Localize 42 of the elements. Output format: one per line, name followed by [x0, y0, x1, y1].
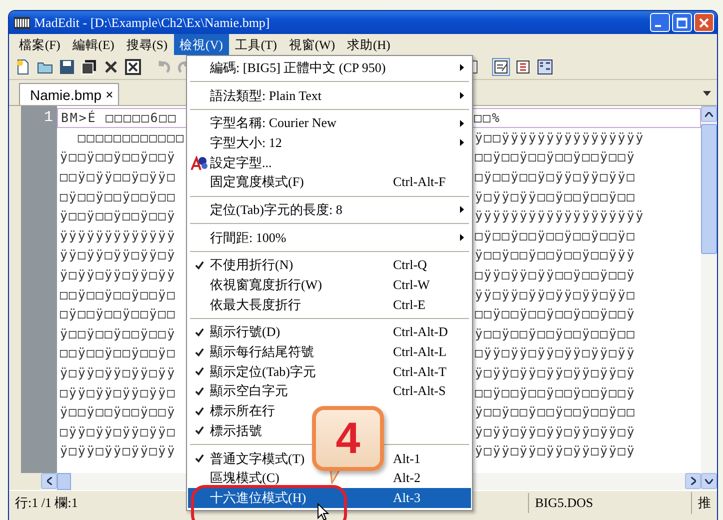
- editor-text: ÿ□ÿÿ□ÿÿ□ÿÿ□ÿÿ: [60, 365, 176, 380]
- editor-text: ÿ□□ÿ□□ÿ□□ÿ□□ÿ: [60, 149, 176, 164]
- editor-text: ÿ□□ÿÿÿÿÿÿÿÿÿÿÿÿÿÿÿÿ: [475, 130, 646, 145]
- editor-text: □ÿ□□ÿ□□ÿ□□ÿ□□: [60, 188, 176, 204]
- editor-text: □□ÿ□□ÿ□□ÿ□□ÿ□□ÿ□□ÿ: [475, 384, 637, 400]
- editor-text: □ÿ□□ÿ□□ÿ□□ÿ□□ÿ□□ÿ□: [475, 228, 637, 243]
- editor-text: □ÿÿ□ÿÿ□ÿÿ□□ÿ□□ÿ□□ÿ: [475, 267, 637, 282]
- editor-text: □□ÿ□□ÿ□□ÿ□□ÿ□: [60, 345, 176, 360]
- editor-text: BM>É □□□□□6□□: [61, 110, 178, 126]
- editor-text: □ÿÿ□ÿÿ□ÿÿ□ÿÿ□: [60, 424, 176, 439]
- editor-text: ÿÿ□ÿÿ□ÿÿ□ÿÿ□ÿÿ□ÿÿ□: [475, 286, 637, 302]
- editor-text: ÿ□□ÿ□□ÿ□□ÿ□□ÿ□□ÿ□□: [475, 326, 637, 341]
- window-title: MadEdit - [D:\Example\Ch2\Ex\Namie.bmp]: [34, 14, 271, 30]
- editor-text: ÿ□ÿÿ□ÿÿ□ÿÿ□ÿÿ: [60, 443, 176, 458]
- editor-text: ÿ□ÿÿ□ÿÿ□□ÿ□□ÿ□□ÿ□□: [475, 188, 637, 204]
- editor-text: ÿ□□ÿ□□ÿ□□ÿ□□ÿ□□ÿÿÿ: [475, 247, 637, 262]
- editor-text: □□%: [474, 110, 502, 126]
- editor-text: □□ÿ□ÿÿ□□ÿ□ÿÿ□: [60, 169, 176, 184]
- editor-text: ÿ□□ÿ□□ÿ□□ÿ□□ÿ□□ÿ□□: [475, 404, 637, 420]
- editor-text: □ÿÿ□ÿÿ□ÿÿ□ÿÿ□: [60, 384, 176, 400]
- editor-text: □□ÿ□□ÿ□□ÿ□□ÿ□: [60, 286, 176, 302]
- status-field: BIG5.DOS: [528, 493, 691, 513]
- editor-text: □ÿ□□ÿ□□ÿ□□ÿ□□: [60, 306, 176, 322]
- editor-text: ÿÿÿÿÿÿÿÿÿÿÿÿÿ: [60, 228, 176, 243]
- editor-text: □ÿ□□ÿ□□ÿ□ÿÿ□ÿÿ□ÿÿ□: [475, 169, 637, 184]
- status-field: 行:1 /1 欄:1: [9, 492, 84, 514]
- editor-text: □□ÿ□□ÿ□□ÿ□□ÿ□□ÿ□□ÿ: [475, 149, 637, 164]
- editor-text: ÿÿ□ÿÿ□ÿÿ□ÿÿ□ÿ: [60, 247, 176, 262]
- editor-text: ÿ□□ÿ□□ÿ□□ÿ□□ÿ: [60, 208, 176, 224]
- editor-text: ÿ□□ÿ□□ÿ□□ÿ□□ÿ: [60, 404, 176, 420]
- step-number: 4: [336, 414, 360, 464]
- editor-text: □□□□□□□□□□□□: [76, 130, 185, 145]
- editor-text: ÿ□ÿÿ□ÿÿ□ÿÿ□ÿÿ: [60, 267, 176, 282]
- editor-text: ÿ□ÿÿ□ÿÿ□ÿÿ□ÿÿ□ÿÿ□ÿ: [475, 424, 637, 439]
- editor-text: ÿ□ÿÿ□ÿÿ□ÿÿ□ÿÿ□ÿÿ□ÿ: [475, 443, 637, 458]
- editor-text: ÿÿÿÿÿÿÿÿÿÿÿÿÿÿÿÿÿÿÿ: [475, 208, 646, 224]
- editor-text: ÿ□ÿÿ□ÿÿ□ÿÿ□ÿÿ□ÿÿ□ÿ: [475, 365, 637, 380]
- editor-text: □□ÿ□□ÿ□□ÿ□□ÿ□□ÿ□□ÿ: [475, 306, 637, 322]
- status-field: 推: [691, 492, 717, 514]
- editor-text: ÿ□□ÿ□□ÿ□□ÿ□□ÿ: [60, 326, 176, 341]
- editor-text: □ÿÿ□ÿÿ□ÿÿ□ÿÿ□ÿÿ□ÿÿ: [475, 345, 637, 360]
- line-number: 1: [44, 108, 53, 126]
